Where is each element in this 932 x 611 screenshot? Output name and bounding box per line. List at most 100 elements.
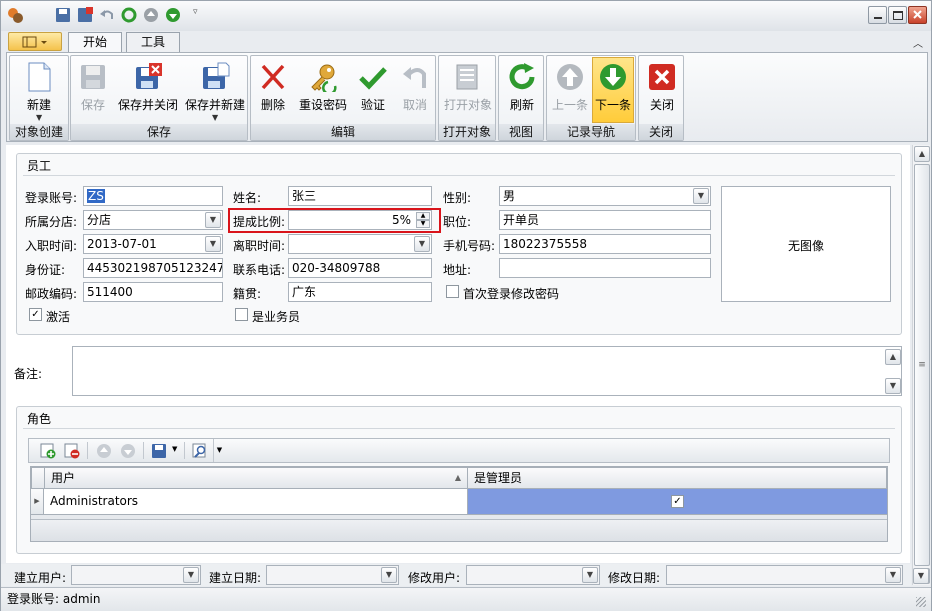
close-window-button[interactable] (908, 6, 927, 24)
id-card-field[interactable]: 445302198705123247 (83, 258, 223, 278)
postcode-field[interactable]: 511400 (83, 282, 223, 302)
cancel-button[interactable]: 取消 (395, 58, 435, 122)
maximize-button[interactable] (888, 6, 907, 24)
address-field[interactable] (499, 258, 711, 278)
cell-is-admin[interactable]: ✓ (467, 489, 887, 514)
save-icon[interactable] (55, 7, 71, 23)
validate-label: 验证 (360, 98, 385, 112)
modified-by-select[interactable]: ▼ (466, 565, 600, 585)
save-button[interactable]: 保存 (73, 58, 113, 122)
arrow-up-icon (555, 62, 585, 92)
name-field[interactable]: 张三 (288, 186, 432, 206)
spin-up-icon[interactable]: ▲ (416, 212, 430, 220)
vertical-scrollbar[interactable]: ▲ ≡ ▼ (912, 145, 930, 585)
gender-select[interactable]: 男 ▼ (499, 186, 711, 206)
save-and-close-button[interactable]: 保存并关闭 (115, 58, 181, 122)
leave-date-picker[interactable]: ▼ (288, 234, 432, 254)
modified-date-picker[interactable]: ▼ (666, 565, 903, 585)
group-caption: 编辑 (251, 124, 435, 140)
active-checkbox[interactable]: ✓ (29, 308, 42, 321)
phone-field[interactable]: 020-34809788 (288, 258, 432, 278)
chevron-down-icon[interactable]: ▼ (414, 236, 430, 252)
collapse-ribbon-icon[interactable]: ︿ (913, 35, 923, 50)
login-account-field[interactable]: ZS (83, 186, 223, 206)
delete-button[interactable]: 删除 (253, 58, 293, 122)
cell-user[interactable]: Administrators (50, 494, 138, 508)
scroll-down-icon[interactable]: ▼ (913, 568, 929, 584)
chevron-down-icon[interactable]: ▼ (205, 212, 221, 228)
next-record-icon[interactable] (165, 7, 181, 23)
postcode-label: 邮政编码: (25, 287, 78, 301)
commission-value: 5% (391, 213, 411, 227)
new-button[interactable]: 新建 ▼ (12, 58, 66, 122)
commission-spinner[interactable]: 5% ▲ ▼ (288, 210, 432, 230)
save-icon[interactable] (151, 443, 167, 462)
chevron-down-icon[interactable]: ▼ (582, 567, 598, 583)
group-caption: 对象创建 (10, 124, 68, 140)
close-label: 关闭 (649, 98, 674, 112)
chevron-down-icon[interactable]: ▼ (885, 567, 901, 583)
position-field[interactable]: 开单员 (499, 210, 711, 230)
ribbon-tabs: 开始 工具 ︿ (1, 31, 931, 53)
column-header-user-label: 用户 (51, 471, 76, 485)
refresh-button[interactable]: 刷新 (501, 58, 543, 122)
app-menu-button[interactable] (8, 32, 62, 51)
hire-date-picker[interactable]: 2013-07-01 ▼ (83, 234, 223, 254)
scroll-down-icon[interactable]: ▼ (885, 378, 901, 394)
remove-row-icon[interactable] (64, 443, 80, 462)
move-up-icon[interactable] (96, 443, 112, 462)
save-close-icon[interactable] (77, 7, 93, 23)
move-down-icon[interactable] (120, 443, 136, 462)
previous-record-icon[interactable] (143, 7, 159, 23)
created-date-picker[interactable]: ▼ (266, 565, 399, 585)
group-save: 保存 保存并关闭 保存并新建 ▼ 保存 (70, 55, 248, 141)
column-header-is-admin[interactable]: 是管理员 (467, 467, 887, 489)
divider (23, 428, 895, 429)
undo-icon[interactable] (99, 7, 115, 23)
reset-password-button[interactable]: 重设密码 (295, 58, 351, 122)
first-login-checkbox[interactable] (446, 285, 459, 298)
search-icon[interactable] (192, 443, 208, 462)
salesman-checkbox[interactable] (235, 308, 248, 321)
created-by-select[interactable]: ▼ (71, 565, 201, 585)
remarks-textarea[interactable]: ▲ ▼ (72, 346, 902, 396)
validate-button[interactable]: 验证 (353, 58, 393, 122)
spin-down-icon[interactable]: ▼ (416, 220, 430, 228)
hire-date-value: 2013-07-01 (87, 237, 157, 251)
column-header-user[interactable]: 用户 ▲ (44, 467, 468, 489)
add-row-icon[interactable] (40, 443, 56, 462)
name-label: 姓名: (233, 191, 262, 205)
previous-record-button[interactable]: 上一条 (549, 58, 591, 122)
chevron-down-icon[interactable]: ▼ (183, 567, 199, 583)
resize-grip-icon[interactable] (916, 597, 926, 607)
chevron-down-icon[interactable]: ▼ (205, 236, 221, 252)
customize-toolbar-icon[interactable]: ▿ (193, 7, 209, 23)
is-admin-checkbox[interactable]: ✓ (671, 495, 684, 508)
scroll-up-icon[interactable]: ▲ (914, 146, 930, 162)
native-place-field[interactable]: 广东 (288, 282, 432, 302)
refresh-icon[interactable] (121, 7, 137, 23)
open-object-button[interactable]: 打开对象 (441, 58, 495, 122)
tab-tools[interactable]: 工具 (126, 32, 180, 52)
minimize-button[interactable] (868, 6, 887, 24)
app-logo-icon[interactable] (6, 6, 24, 24)
store-select[interactable]: 分店 ▼ (83, 210, 223, 230)
table-row[interactable]: ▶ Administrators ✓ (31, 489, 887, 515)
mobile-field[interactable]: 18022375558 (499, 234, 711, 254)
close-button[interactable]: 关闭 (641, 58, 683, 122)
save-and-new-button[interactable]: 保存并新建 ▼ (183, 58, 247, 122)
scroll-up-icon[interactable]: ▲ (885, 349, 901, 365)
scrollbar-thumb[interactable]: ≡ (914, 164, 930, 566)
employee-section-title: 员工 (27, 159, 52, 173)
first-login-label: 首次登录修改密码 (463, 287, 560, 301)
chevron-down-icon[interactable]: ▼ (381, 567, 397, 583)
next-record-button[interactable]: 下一条 (592, 57, 634, 123)
employee-photo[interactable]: 无图像 (721, 186, 891, 302)
chevron-down-icon[interactable]: ▼ (213, 439, 225, 462)
column-header-is-admin-label: 是管理员 (474, 471, 523, 485)
chevron-down-icon[interactable]: ▼ (172, 445, 177, 453)
cancel-label: 取消 (402, 98, 427, 112)
tab-start[interactable]: 开始 (68, 32, 122, 53)
group-caption: 关闭 (639, 124, 683, 140)
chevron-down-icon[interactable]: ▼ (693, 188, 709, 204)
